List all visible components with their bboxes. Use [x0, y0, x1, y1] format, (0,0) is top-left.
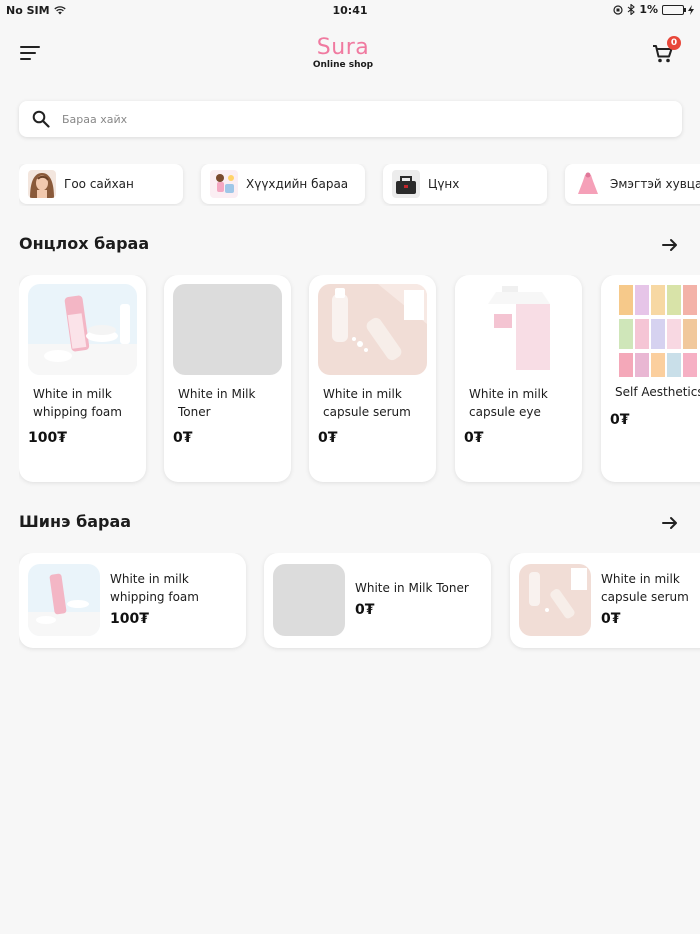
charging-icon [688, 4, 694, 15]
product-card[interactable]: White in Milk Toner 0₮ [164, 275, 291, 482]
clock: 10:41 [332, 4, 368, 17]
featured-section-title: Онцлох бараа [19, 234, 150, 253]
category-label: Гоо сайхан [64, 177, 134, 191]
product-image-foam [28, 284, 137, 375]
product-image-eye-cream [464, 284, 573, 375]
product-name-text: White in milk capsule serum [601, 572, 689, 604]
featured-product-list: White in milk whipping foam 100₮ White i… [19, 275, 700, 487]
product-name: Self Aesthetics [615, 385, 700, 399]
menu-icon[interactable] [20, 46, 40, 62]
product-card[interactable]: White in milk capsule eye 0₮ [455, 275, 582, 482]
category-list: Гоо сайхан Хүүхдийн бараа Цүнх Эмэгтэй х… [19, 164, 700, 206]
new-section-title: Шинэ бараа [19, 512, 132, 531]
status-bar: No SIM 10:41 1% [0, 0, 700, 20]
status-right: 1% [613, 3, 694, 16]
brand-tagline: Online shop [312, 60, 374, 70]
battery-percent: 1% [639, 3, 658, 16]
product-name: White in milk capsule serum [323, 387, 411, 419]
product-name: White in milk capsule serum [601, 570, 700, 606]
app-logo: Sura Online shop [300, 35, 386, 71]
product-card[interactable]: White in milk whipping foam 100₮ [19, 553, 246, 648]
search-icon [32, 110, 50, 128]
product-price: 0₮ [173, 430, 193, 446]
cart-count-badge: 0 [667, 36, 681, 50]
product-image-placeholder [273, 564, 345, 636]
product-card[interactable]: White in milk whipping foam 100₮ [19, 275, 146, 482]
product-image-placeholder [173, 284, 282, 375]
product-price: 100₮ [28, 430, 67, 446]
product-price: 0₮ [318, 430, 338, 446]
product-image-aesthetics [613, 283, 700, 379]
category-chip-women-clothing[interactable]: Эмэгтэй хувцас [565, 164, 700, 204]
product-image-foam [28, 564, 100, 636]
new-see-all-arrow-icon[interactable] [660, 513, 680, 533]
product-card[interactable]: White in milk capsule serum 0₮ [510, 553, 700, 648]
featured-see-all-arrow-icon[interactable] [660, 235, 680, 255]
beauty-model-thumb [28, 170, 56, 198]
category-chip-bags[interactable]: Цүнх [383, 164, 547, 204]
product-price: 0₮ [355, 602, 375, 618]
bag-thumb [392, 170, 420, 198]
product-card[interactable]: White in milk capsule serum 0₮ [309, 275, 436, 482]
product-image-serum [519, 564, 591, 636]
new-product-list: White in milk whipping foam 100₮ White i… [19, 553, 700, 653]
product-name: White in Milk Toner [178, 387, 256, 419]
product-image-serum [318, 284, 427, 375]
product-price: 0₮ [610, 412, 630, 428]
category-label: Хүүхдийн бараа [246, 177, 349, 191]
product-name: White in Milk Toner [355, 581, 469, 595]
category-label: Цүнх [428, 177, 460, 191]
search-bar[interactable] [19, 101, 682, 137]
cart-button[interactable]: 0 [650, 36, 682, 68]
product-name: White in milk whipping foam [110, 572, 199, 604]
product-price: 0₮ [464, 430, 484, 446]
kids-goods-thumb [210, 170, 238, 198]
orientation-lock-icon [613, 4, 623, 15]
category-label: Эмэгтэй хувцас [610, 177, 700, 191]
search-input[interactable] [62, 112, 642, 126]
product-card[interactable]: White in Milk Toner 0₮ [264, 553, 491, 648]
brand-name: Sura [316, 35, 370, 60]
product-price: 0₮ [601, 611, 621, 627]
product-price: 100₮ [110, 611, 149, 627]
battery-icon [662, 4, 686, 15]
product-card[interactable]: Self Aesthetics 0₮ [601, 275, 700, 482]
bluetooth-icon [627, 4, 636, 15]
product-name: White in milk capsule eye [469, 387, 548, 419]
product-name: White in milk whipping foam [33, 387, 122, 419]
category-chip-kids[interactable]: Хүүхдийн бараа [201, 164, 365, 204]
women-clothing-thumb [574, 170, 602, 198]
category-chip-beauty[interactable]: Гоо сайхан [19, 164, 183, 204]
